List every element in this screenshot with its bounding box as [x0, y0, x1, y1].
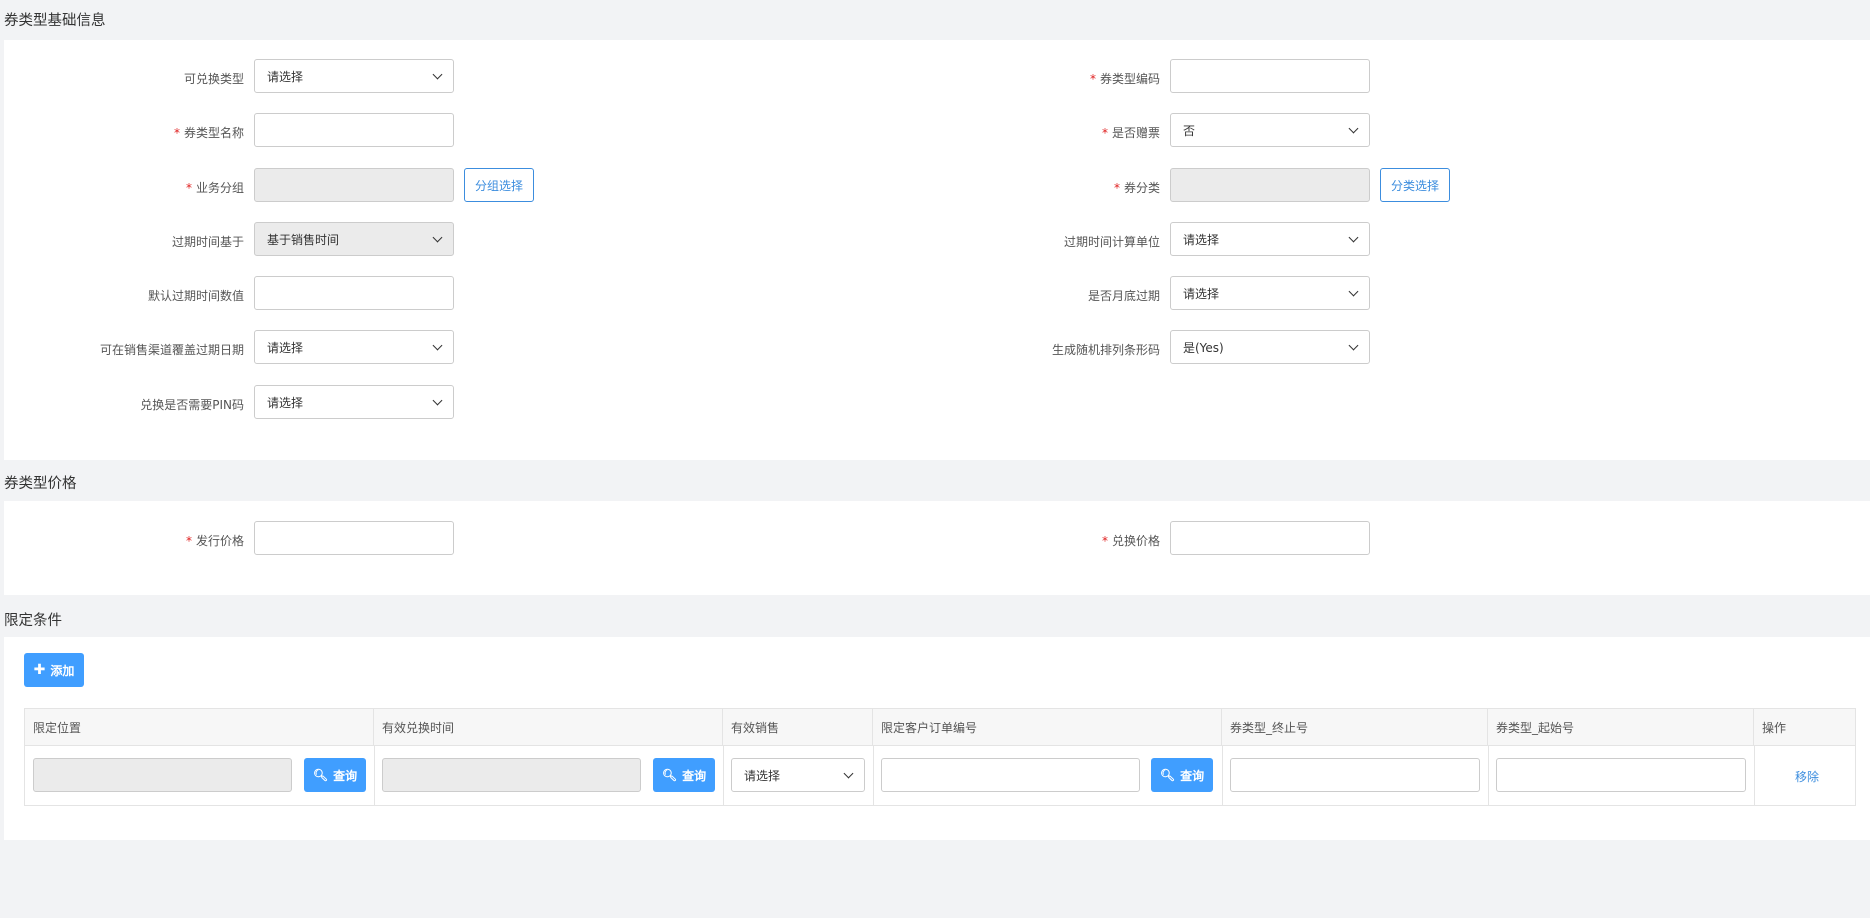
- location-query-button[interactable]: 🔍︎ 查询: [304, 758, 366, 792]
- coupon-category-label: * 券分类: [1113, 181, 1160, 195]
- section-title-price: 券类型价格: [4, 476, 77, 492]
- chevron-down-icon: [1348, 286, 1359, 296]
- business-group-label: * 业务分组: [185, 181, 244, 195]
- group-select-button[interactable]: 分组选择: [464, 168, 534, 202]
- chevron-down-icon: [843, 768, 854, 778]
- column-header-redeem-time: 有效兑换时间: [374, 709, 723, 746]
- chevron-down-icon: [432, 69, 443, 79]
- search-icon: 🔍︎: [312, 768, 329, 782]
- coupon-code-input[interactable]: [1170, 59, 1370, 93]
- pin-required-select[interactable]: 请选择: [254, 385, 454, 419]
- column-header-order-no: 限定客户订单编号: [873, 709, 1222, 746]
- column-divider: [873, 746, 874, 805]
- add-condition-button[interactable]: ✚ 添加: [24, 653, 84, 687]
- month-end-expiry-select[interactable]: 请选择: [1170, 276, 1370, 310]
- business-group-input: [254, 168, 454, 202]
- chevron-down-icon: [432, 232, 443, 242]
- pin-required-label: 兑换是否需要PIN码: [140, 398, 244, 412]
- order-no-query-button[interactable]: 🔍︎ 查询: [1151, 758, 1213, 792]
- redeem-time-input: [382, 758, 641, 792]
- column-header-sales: 有效销售: [723, 709, 873, 746]
- coupon-category-input: [1170, 168, 1370, 202]
- column-header-end-no: 券类型_终止号: [1222, 709, 1488, 746]
- default-expiry-input[interactable]: [254, 276, 454, 310]
- search-icon: 🔍︎: [1159, 768, 1176, 782]
- month-end-expiry-label: 是否月底过期: [1087, 289, 1160, 303]
- random-barcode-select[interactable]: 是(Yes): [1170, 330, 1370, 364]
- expiry-basis-label: 过期时间基于: [171, 235, 244, 249]
- coupon-name-input[interactable]: [254, 113, 454, 147]
- search-icon: 🔍︎: [661, 768, 678, 782]
- issue-price-input[interactable]: [254, 521, 454, 555]
- expiry-basis-select: 基于销售时间: [254, 222, 454, 256]
- column-header-location: 限定位置: [25, 709, 374, 746]
- expiry-unit-select[interactable]: 请选择: [1170, 222, 1370, 256]
- column-header-start-no: 券类型_起始号: [1488, 709, 1754, 746]
- chevron-down-icon: [1348, 232, 1359, 242]
- coupon-code-label: * 券类型编码: [1089, 72, 1160, 86]
- chevron-down-icon: [1348, 340, 1359, 350]
- chevron-down-icon: [1348, 123, 1359, 133]
- chevron-down-icon: [432, 340, 443, 350]
- column-divider: [723, 746, 724, 805]
- sales-select[interactable]: 请选择: [731, 758, 865, 792]
- is-gift-select[interactable]: 否: [1170, 113, 1370, 147]
- redeem-time-query-button[interactable]: 🔍︎ 查询: [653, 758, 715, 792]
- expiry-unit-label: 过期时间计算单位: [1063, 235, 1160, 249]
- coupon-name-label: * 券类型名称: [173, 126, 244, 140]
- start-no-input[interactable]: [1496, 758, 1746, 792]
- random-barcode-label: 生成随机排列条形码: [1051, 343, 1160, 357]
- redeem-price-label: * 兑换价格: [1101, 534, 1160, 548]
- column-divider: [1488, 746, 1489, 805]
- column-header-actions: 操作: [1762, 721, 1787, 735]
- limits-table: 限定位置 有效兑换时间 有效销售 限定客户订单编号 券类型_终止号 券类型_起始…: [24, 708, 1856, 806]
- plus-icon: ✚: [33, 662, 46, 678]
- location-input: [33, 758, 292, 792]
- section-title-limits: 限定条件: [4, 613, 62, 629]
- category-select-button[interactable]: 分类选择: [1380, 168, 1450, 202]
- order-no-input[interactable]: [881, 758, 1140, 792]
- channel-override-label: 可在销售渠道覆盖过期日期: [99, 343, 244, 357]
- section-title-basic: 券类型基础信息: [4, 13, 106, 29]
- redeem-price-input[interactable]: [1170, 521, 1370, 555]
- column-divider: [1754, 746, 1755, 805]
- column-divider: [1222, 746, 1223, 805]
- table-header: 限定位置 有效兑换时间 有效销售 限定客户订单编号 券类型_终止号 券类型_起始…: [25, 709, 1855, 746]
- end-no-input[interactable]: [1230, 758, 1480, 792]
- is-gift-label: * 是否赠票: [1101, 126, 1160, 140]
- remove-link[interactable]: 移除: [1795, 768, 1819, 785]
- column-divider: [374, 746, 375, 805]
- redeem-type-label: 可兑换类型: [183, 72, 244, 86]
- redeem-type-select[interactable]: 请选择: [254, 59, 454, 93]
- issue-price-label: * 发行价格: [185, 534, 244, 548]
- default-expiry-label: 默认过期时间数值: [147, 289, 244, 303]
- channel-override-select[interactable]: 请选择: [254, 330, 454, 364]
- chevron-down-icon: [432, 395, 443, 405]
